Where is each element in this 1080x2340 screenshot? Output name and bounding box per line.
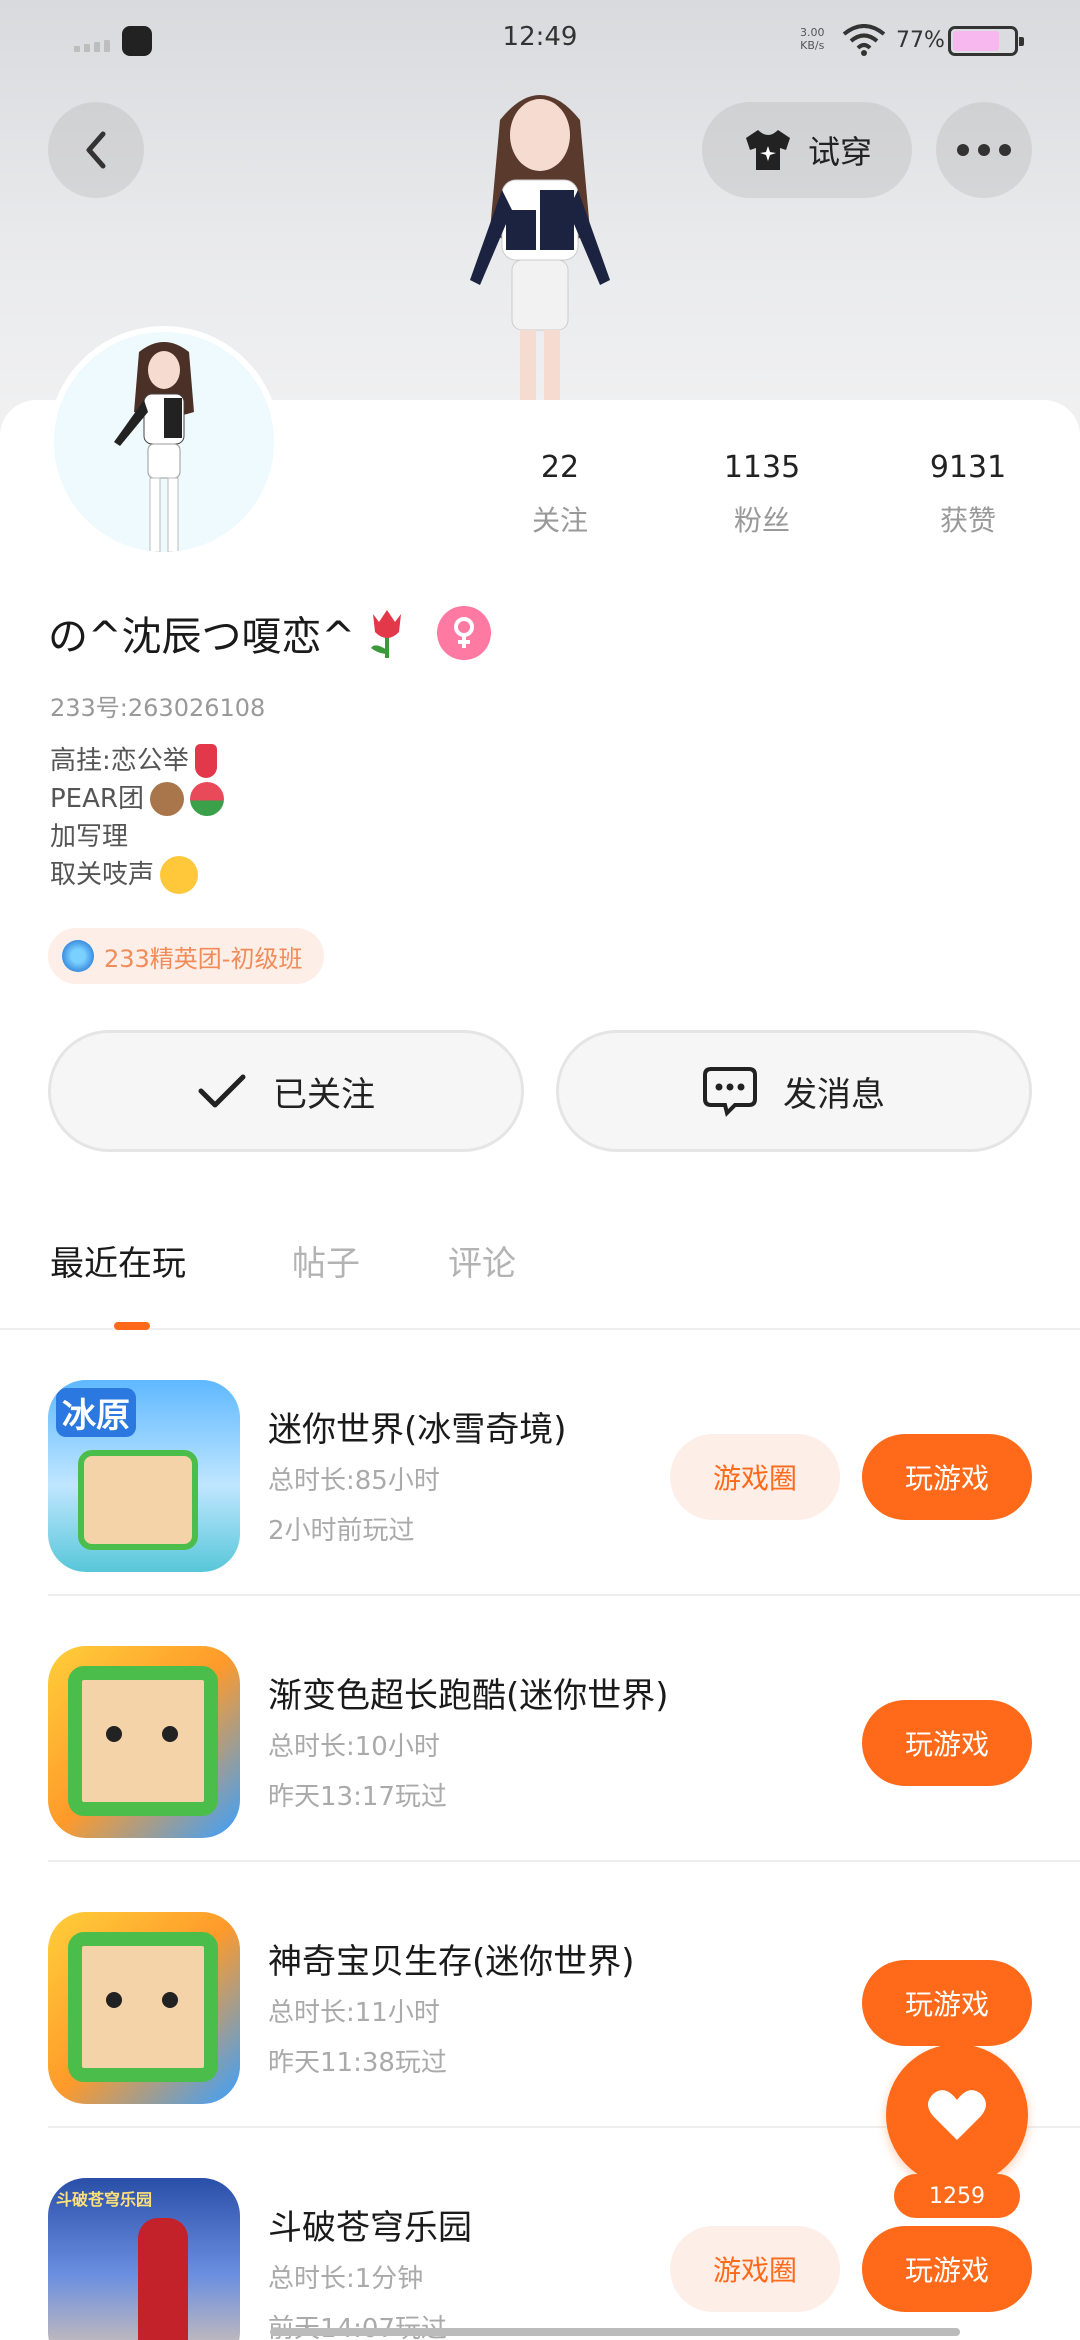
followed-button[interactable]: 已关注: [48, 1030, 524, 1152]
bio-line: PEAR团: [50, 780, 224, 818]
profile-stats: 22 关注 1135 粉丝 9131 获赞: [0, 450, 1080, 570]
game-icon-badge: 斗破苍穹乐园: [56, 2190, 153, 2209]
user-id: 233号:263026108: [50, 694, 266, 722]
like-count: 1259: [894, 2174, 1020, 2218]
back-icon: [86, 131, 106, 169]
battery-percent: 77%: [896, 28, 945, 53]
bio-line: 加写理: [50, 818, 224, 856]
game-icon-mini-world[interactable]: [48, 1646, 240, 1838]
stat-likes-label: 获赞: [939, 504, 996, 537]
bio-line: 高挂:恋公举: [50, 742, 224, 780]
female-gender-icon: [437, 606, 492, 660]
tab-recently-played[interactable]: 最近在玩: [50, 1236, 186, 1285]
battery-icon: [948, 26, 1024, 56]
game-last-played: 昨天13:17玩过: [268, 1782, 447, 1812]
stat-following-label: 关注: [531, 504, 588, 537]
game-icon-badge: 冰原: [56, 1388, 136, 1437]
bio-line-text: 加写理: [50, 822, 129, 852]
more-button[interactable]: [936, 102, 1032, 198]
bio-line-text: 高挂:恋公举: [50, 746, 189, 776]
back-button[interactable]: [48, 102, 144, 198]
yum-emoji-icon: [160, 856, 199, 894]
stat-followers[interactable]: 1135 粉丝: [692, 450, 832, 539]
status-bar: 12:49 3.00 KB/s 77%: [0, 0, 1080, 80]
net-speed: 3.00 KB/s: [800, 26, 825, 52]
bio-line: 取关吱声: [50, 856, 224, 894]
game-row[interactable]: 冰原 迷你世界(冰雪奇境) 总时长:85小时 2小时前玩过 游戏圈 玩游戏: [0, 1330, 1080, 1596]
game-icon-mini-world-ice[interactable]: 冰原: [48, 1380, 240, 1572]
net-speed-unit: KB/s: [800, 39, 825, 52]
monkey-emoji-icon: [149, 782, 184, 816]
nickname: の^沈辰つ嗄恋^: [48, 614, 356, 660]
bio-line-text: PEAR团: [50, 784, 144, 814]
stat-following[interactable]: 22 关注: [490, 450, 630, 539]
send-message-label: 发消息: [783, 1074, 885, 1115]
more-icon: [957, 144, 1011, 156]
tulip-emoji-icon: [194, 744, 217, 778]
check-icon: [198, 1074, 246, 1108]
play-game-button[interactable]: 玩游戏: [862, 1700, 1032, 1786]
game-name: 神奇宝贝生存(迷你世界): [268, 1942, 635, 1982]
game-total-time: 总时长:10小时: [268, 1732, 440, 1762]
medal-icon: [62, 940, 94, 972]
game-total-time: 总时长:11小时: [268, 1998, 440, 2028]
chat-bubble-icon: [703, 1067, 757, 1117]
game-icon-doupo[interactable]: 斗破苍穹乐园: [48, 2178, 240, 2340]
stat-likes[interactable]: 9131 获赞: [898, 450, 1038, 539]
game-circle-button[interactable]: 游戏圈: [670, 1434, 840, 1520]
game-name: 斗破苍穹乐园: [268, 2208, 472, 2248]
watermelon-emoji-icon: [189, 782, 224, 816]
try-on-label: 试穿: [807, 133, 872, 171]
heart-icon: [928, 2090, 986, 2140]
game-total-time: 总时长:1分钟: [268, 2264, 424, 2294]
stat-following-value: 22: [540, 450, 580, 485]
like-button[interactable]: [886, 2044, 1028, 2186]
home-indicator[interactable]: [270, 2328, 960, 2336]
elite-group-label: 233精英团-初级班: [104, 944, 303, 973]
stat-followers-value: 1135: [723, 450, 801, 485]
send-message-button[interactable]: 发消息: [556, 1030, 1032, 1152]
bio-line-text: 取关吱声: [50, 860, 155, 890]
game-last-played: 昨天11:38玩过: [268, 2048, 447, 2078]
bio: 高挂:恋公举 PEAR团 加写理 取关吱声: [50, 742, 224, 894]
tab-posts[interactable]: 帖子: [292, 1236, 360, 1285]
play-game-button[interactable]: 玩游戏: [862, 1960, 1032, 2046]
shirt-icon: [745, 130, 790, 170]
game-row[interactable]: 渐变色超长跑酷(迷你世界) 总时长:10小时 昨天13:17玩过 玩游戏: [0, 1596, 1080, 1862]
game-total-time: 总时长:85小时: [268, 1466, 440, 1496]
followed-label: 已关注: [273, 1074, 375, 1115]
game-name: 渐变色超长跑酷(迷你世界): [268, 1676, 669, 1716]
net-speed-value: 3.00: [800, 26, 825, 39]
nickname-row: の^沈辰つ嗄恋^: [48, 604, 492, 662]
try-on-button[interactable]: 试穿: [702, 102, 912, 198]
wifi-icon: [842, 24, 886, 56]
avatar-3d-figure[interactable]: [420, 80, 660, 400]
stat-likes-value: 9131: [929, 450, 1007, 485]
stat-followers-label: 粉丝: [733, 504, 790, 537]
play-game-button[interactable]: 玩游戏: [862, 2226, 1032, 2312]
play-game-button[interactable]: 玩游戏: [862, 1434, 1032, 1520]
game-circle-button[interactable]: 游戏圈: [670, 2226, 840, 2312]
tab-active-indicator: [114, 1322, 150, 1330]
tab-comments[interactable]: 评论: [448, 1236, 516, 1285]
game-name: 迷你世界(冰雪奇境): [268, 1410, 567, 1450]
elite-group-badge[interactable]: 233精英团-初级班: [48, 928, 325, 984]
game-icon-mini-world[interactable]: [48, 1912, 240, 2104]
tulip-emoji-icon: [371, 610, 402, 658]
game-last-played: 2小时前玩过: [268, 1516, 415, 1546]
profile-tabs: 最近在玩 帖子 评论: [0, 1236, 1080, 1330]
